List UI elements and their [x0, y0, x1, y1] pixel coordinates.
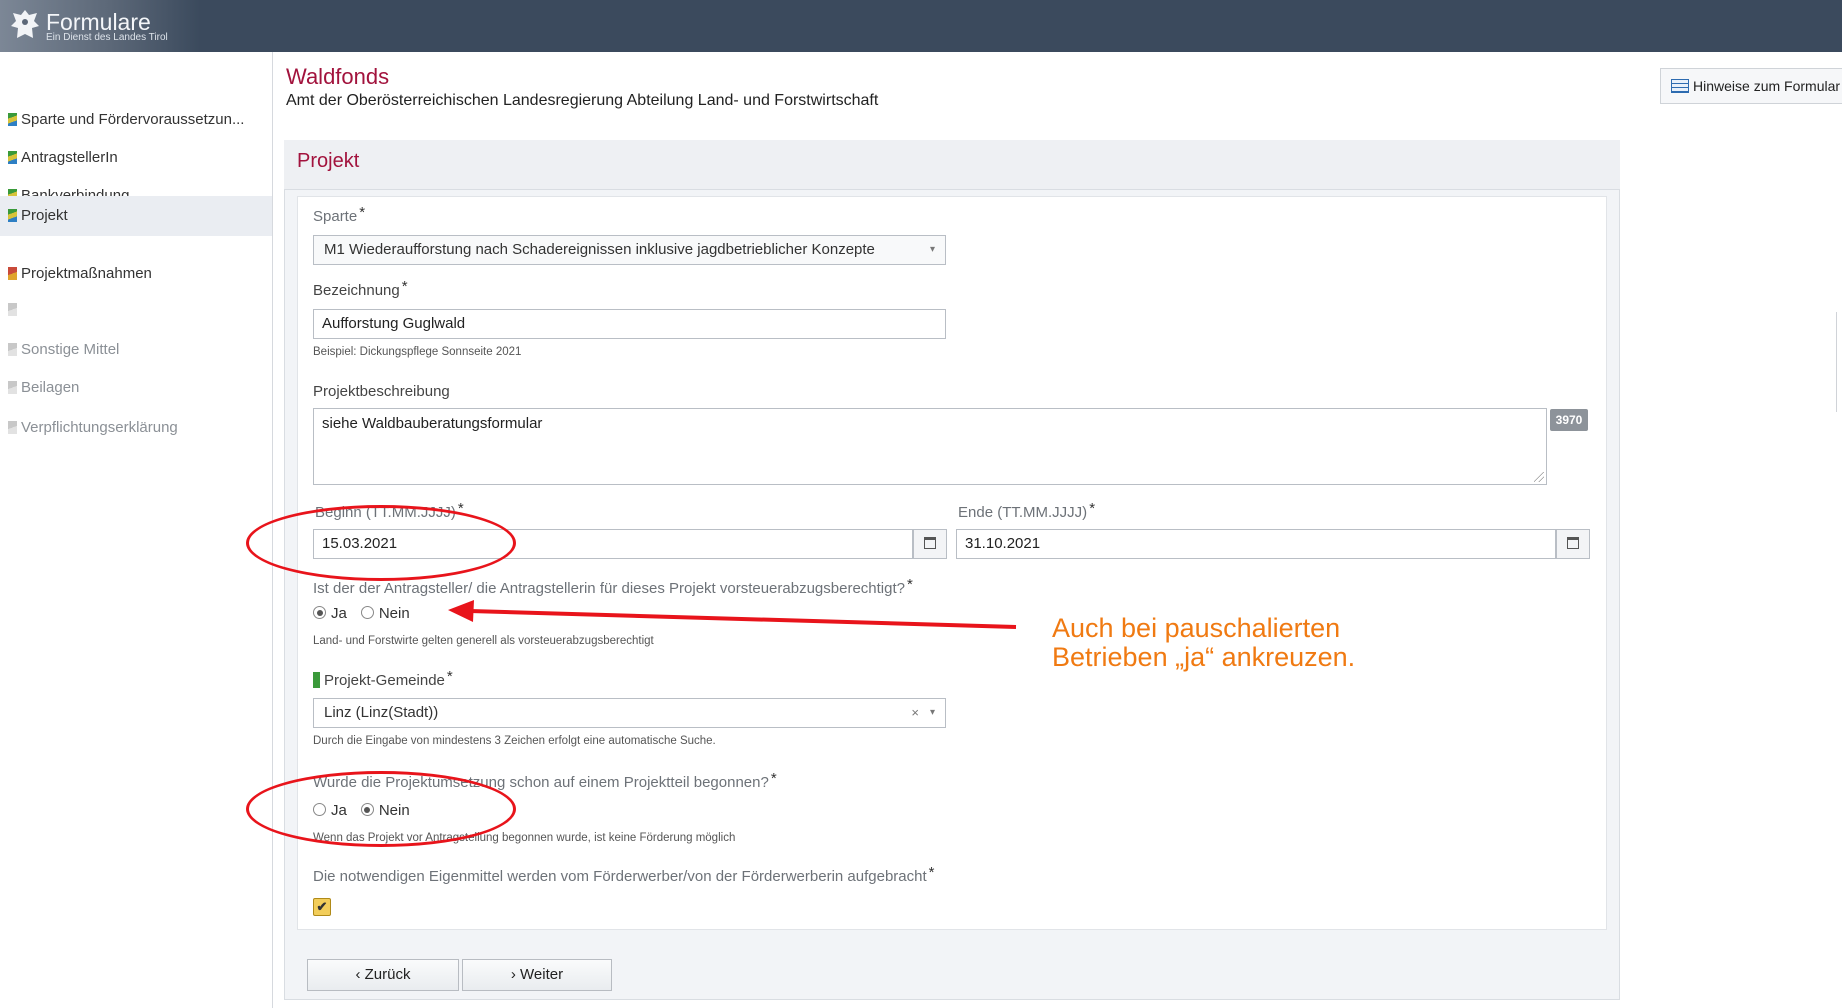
annotation-arrow — [448, 600, 1017, 629]
annotation-line-1: Auch bei pauschalierten — [1052, 613, 1341, 643]
annotation-line-2: Betrieben „ja“ ankreuzen. — [1052, 642, 1356, 672]
annotation-note: Auch bei pauschalierten Betrieben „ja“ a… — [1052, 614, 1355, 672]
